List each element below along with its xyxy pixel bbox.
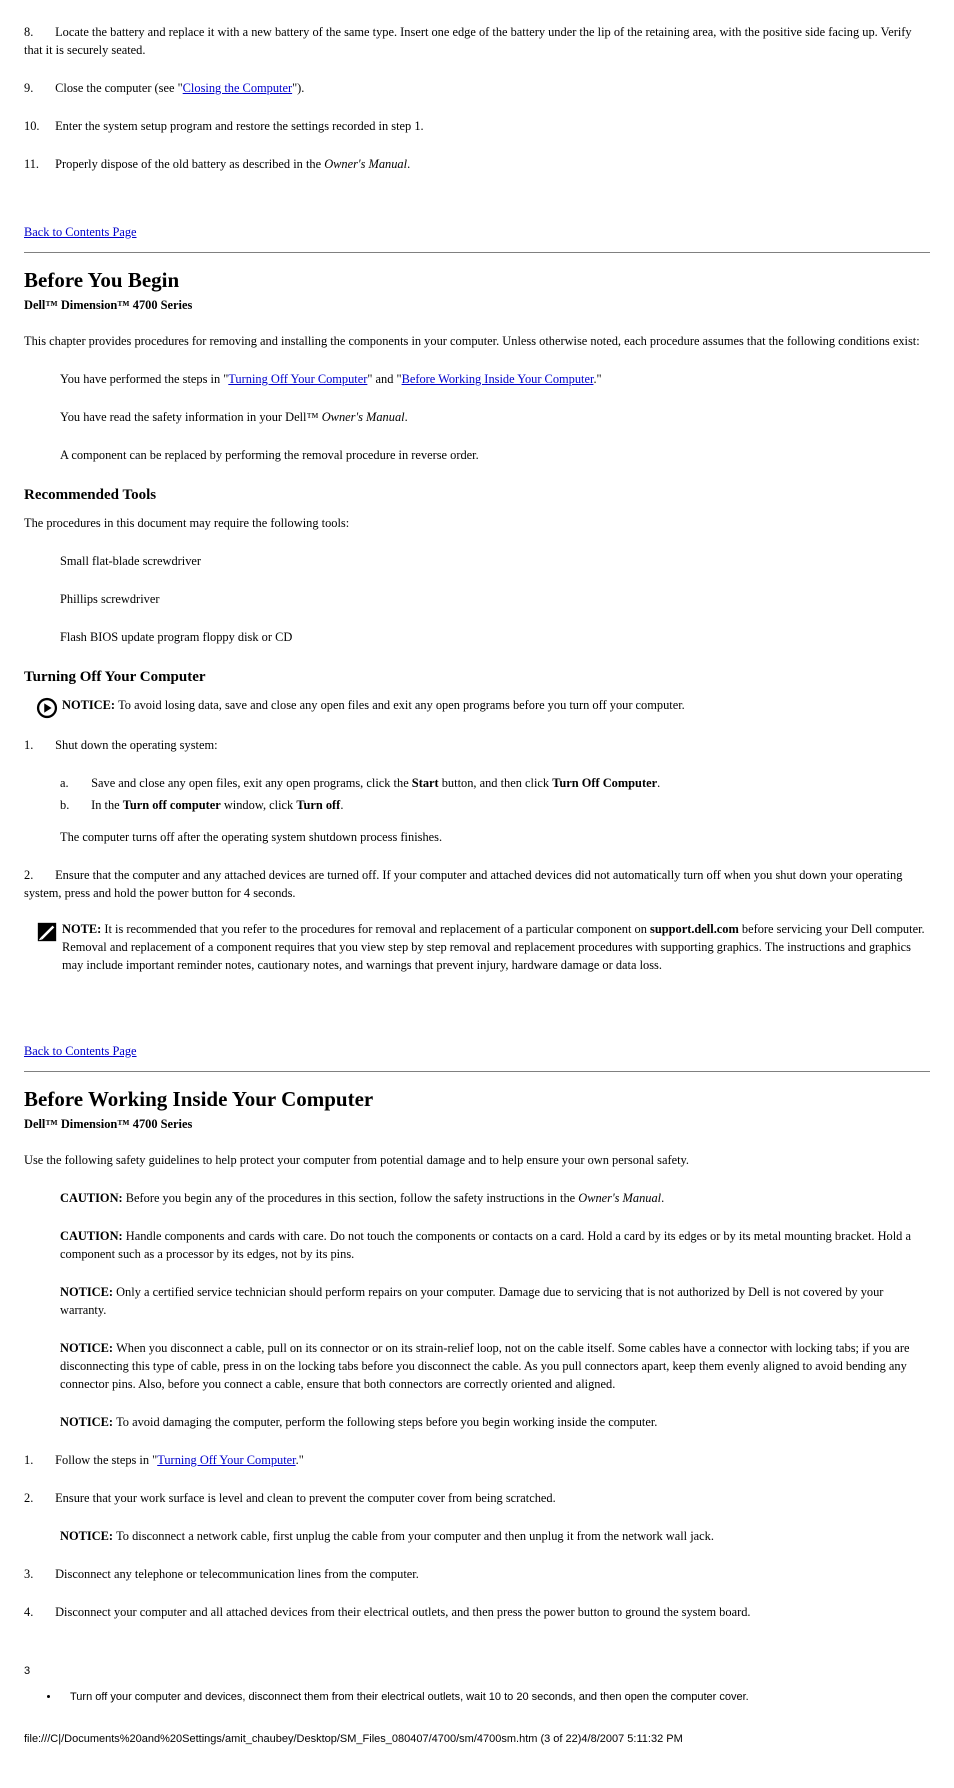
step-number: 3.: [24, 1566, 52, 1584]
caution-1: CAUTION: Before you begin any of the pro…: [60, 1190, 930, 1208]
before-you-begin-heading: Before You Begin: [24, 265, 930, 295]
note-label: NOTE:: [62, 922, 104, 936]
step-text: Shut down the operating system:: [55, 738, 217, 752]
note-icon: [36, 921, 58, 943]
notice-text: To avoid losing data, save and close any…: [118, 698, 685, 712]
tools-intro: The procedures in this document may requ…: [24, 515, 930, 533]
bw-step-4: 4. Disconnect your computer and all atta…: [24, 1604, 930, 1622]
step-number: 9.: [24, 80, 52, 98]
turning-off-heading: Turning Off Your Computer: [24, 667, 930, 689]
step-number: 11.: [24, 156, 52, 174]
step-number: 1.: [24, 1452, 52, 1470]
divider: [24, 1071, 930, 1072]
notice-4: NOTICE: To avoid damaging the computer, …: [60, 1414, 930, 1432]
notice-icon: [36, 697, 58, 719]
shutdown-step-1: 1. Shut down the operating system:: [24, 737, 930, 755]
step-text: Disconnect your computer and all attache…: [55, 1605, 750, 1619]
bullet-3: A component can be replaced by performin…: [60, 447, 930, 465]
closing-computer-link[interactable]: Closing the Computer: [183, 81, 292, 95]
divider: [24, 252, 930, 253]
step-number: 2.: [24, 1490, 52, 1508]
step-text: Enter the system setup program and resto…: [55, 119, 424, 133]
product-line: Dell™ Dimension™ 4700 Series: [24, 297, 930, 315]
footer-path: file:///C|/Documents%20and%20Settings/am…: [24, 1732, 930, 1748]
note-callout: NOTE: It is recommended that you refer t…: [24, 921, 930, 975]
step-number: 4.: [24, 1604, 52, 1622]
product-line: Dell™ Dimension™ 4700 Series: [24, 1116, 930, 1134]
step-text: Close the computer (see "Closing the Com…: [55, 81, 304, 95]
bw-step-1: 1. Follow the steps in "Turning Off Your…: [24, 1452, 930, 1470]
notice-label: NOTICE:: [62, 698, 118, 712]
notice-callout: NOTICE: To avoid losing data, save and c…: [24, 697, 930, 719]
bullet-2: You have read the safety information in …: [60, 409, 930, 427]
recommended-tools-heading: Recommended Tools: [24, 485, 930, 507]
bw-step-2: 2. Ensure that your work surface is leve…: [24, 1490, 930, 1508]
turning-off-link[interactable]: Turning Off Your Computer: [228, 372, 367, 386]
step-number: 8.: [24, 24, 52, 42]
notice-2: NOTICE: Only a certified service technic…: [60, 1284, 930, 1320]
page-number: 3: [24, 1664, 930, 1680]
step-text: Locate the battery and replace it with a…: [24, 25, 912, 57]
tool-2: Phillips screwdriver: [60, 591, 930, 609]
step-number: 1.: [24, 737, 52, 755]
step-text: Follow the steps in "Turning Off Your Co…: [55, 1453, 304, 1467]
safety-intro: Use the following safety guidelines to h…: [24, 1152, 930, 1170]
step-text: Ensure that your work surface is level a…: [55, 1491, 556, 1505]
page-footer: 3 Turn off your computer and devices, di…: [24, 1664, 930, 1748]
substep-a: a. Save and close any open files, exit a…: [60, 775, 930, 793]
substep-b: b. In the Turn off computer window, clic…: [60, 797, 930, 815]
bullet-1: You have performed the steps in "Turning…: [60, 371, 930, 389]
step-8: 8. Locate the battery and replace it wit…: [24, 24, 930, 60]
step-11: 11. Properly dispose of the old battery …: [24, 156, 930, 174]
step-text: Ensure that the computer and any attache…: [24, 868, 902, 900]
shutdown-step-2: 2. Ensure that the computer and any atta…: [24, 867, 930, 903]
step-number: 10.: [24, 118, 52, 136]
shutdown-tail: The computer turns off after the operati…: [60, 829, 930, 847]
caution-2: CAUTION: Handle components and cards wit…: [60, 1228, 930, 1264]
before-working-heading: Before Working Inside Your Computer: [24, 1084, 930, 1114]
step-number: 2.: [24, 867, 52, 885]
notice-3: NOTICE: When you disconnect a cable, pul…: [60, 1340, 930, 1394]
back-to-contents-link[interactable]: Back to Contents Page: [24, 225, 137, 239]
intro-paragraph: This chapter provides procedures for rem…: [24, 333, 930, 351]
notice-5: NOTICE: To disconnect a network cable, f…: [60, 1528, 930, 1546]
before-working-link[interactable]: Before Working Inside Your Computer: [402, 372, 594, 386]
note-text: It is recommended that you refer to the …: [62, 922, 925, 972]
tool-1: Small flat-blade screwdriver: [60, 553, 930, 571]
back-to-contents-link-2[interactable]: Back to Contents Page: [24, 1044, 137, 1058]
step-10: 10. Enter the system setup program and r…: [24, 118, 930, 136]
footer-bullet: Turn off your computer and devices, disc…: [60, 1690, 930, 1706]
step-text: Disconnect any telephone or telecommunic…: [55, 1567, 419, 1581]
turning-off-link-2[interactable]: Turning Off Your Computer: [157, 1453, 295, 1467]
step-9: 9. Close the computer (see "Closing the …: [24, 80, 930, 98]
tool-3: Flash BIOS update program floppy disk or…: [60, 629, 930, 647]
step-text: Properly dispose of the old battery as d…: [55, 157, 410, 171]
bw-step-3: 3. Disconnect any telephone or telecommu…: [24, 1566, 930, 1584]
